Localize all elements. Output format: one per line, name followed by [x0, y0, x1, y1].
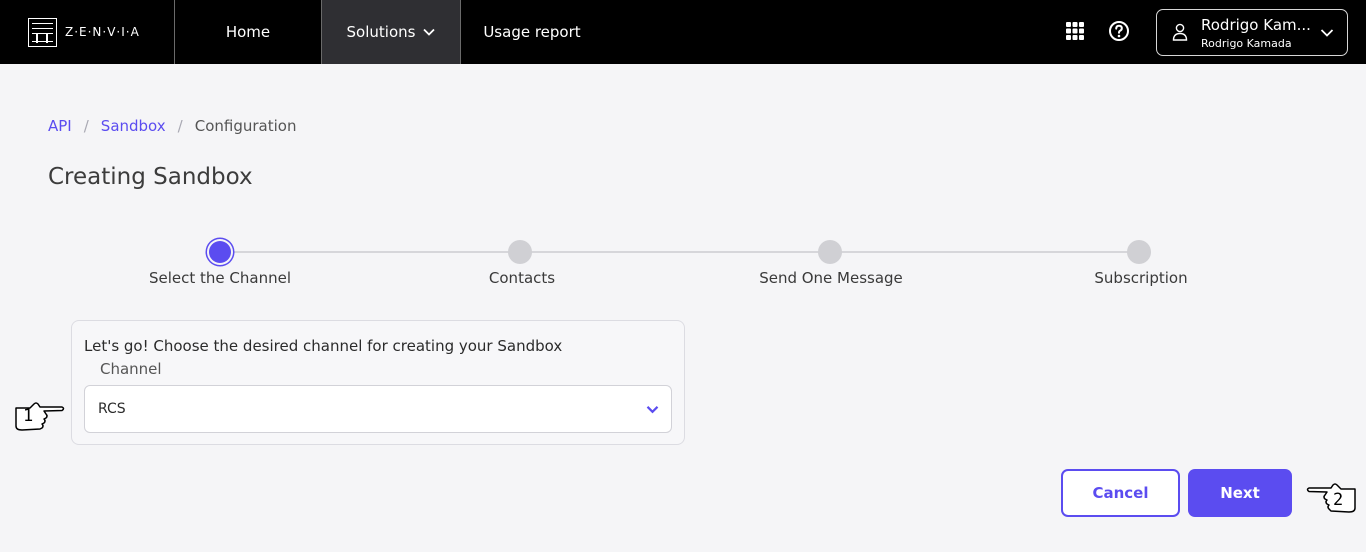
stepper-track — [220, 251, 1139, 253]
step-dot-select-channel — [209, 241, 231, 263]
logo-text: Z·E·N·V·I·A — [65, 25, 140, 39]
step-dot-subscription — [1127, 240, 1151, 264]
breadcrumb-separator: / — [177, 117, 183, 135]
nav-home-label: Home — [225, 23, 271, 41]
chevron-down-icon — [423, 28, 436, 36]
nav-solutions[interactable]: Solutions — [322, 0, 460, 64]
pointing-hand-1-icon: 1 — [14, 396, 66, 434]
user-menu-button[interactable]: Rodrigo Kam... Rodrigo Kamada — [1156, 9, 1348, 56]
chevron-down-icon — [646, 406, 659, 414]
step-label-send-message: Send One Message — [759, 269, 903, 287]
page-title: Creating Sandbox — [48, 164, 253, 190]
breadcrumb-sandbox[interactable]: Sandbox — [101, 117, 166, 135]
apps-grid-icon[interactable] — [1064, 20, 1086, 42]
channel-card: Let's go! Choose the desired channel for… — [71, 320, 685, 445]
breadcrumb-separator: / — [83, 117, 89, 135]
breadcrumb-api[interactable]: API — [48, 117, 72, 135]
chevron-down-icon — [1320, 29, 1334, 37]
nav-usage-report-label: Usage report — [483, 23, 581, 41]
person-icon — [1172, 23, 1188, 41]
zenvia-logo[interactable]: Z·E·N·V·I·A — [28, 17, 168, 47]
channel-intro-text: Let's go! Choose the desired channel for… — [84, 337, 563, 355]
step-label-subscription: Subscription — [1094, 269, 1188, 287]
step-dot-send-message — [818, 240, 842, 264]
logo-mark-icon — [28, 17, 57, 47]
step-label-contacts: Contacts — [488, 269, 556, 287]
hand-1-number: 1 — [23, 406, 34, 426]
top-navbar: Z·E·N·V·I·A Home Solutions Usage report … — [0, 0, 1366, 64]
user-subtitle: Rodrigo Kamada — [1201, 37, 1292, 50]
breadcrumb: API / Sandbox / Configuration — [48, 117, 296, 135]
breadcrumb-configuration: Configuration — [194, 117, 297, 135]
hand-2-number: 2 — [1333, 490, 1344, 510]
nav-usage-report[interactable]: Usage report — [461, 0, 603, 64]
step-label-select-channel: Select the Channel — [148, 269, 291, 287]
channel-select-value: RCS — [98, 401, 126, 417]
step-dot-contacts — [508, 240, 532, 264]
cancel-button[interactable]: Cancel — [1061, 469, 1180, 517]
user-name: Rodrigo Kam... — [1201, 16, 1311, 34]
nav-home[interactable]: Home — [175, 0, 321, 64]
pointing-hand-2-icon: 2 — [1305, 477, 1357, 517]
help-icon[interactable] — [1108, 20, 1130, 42]
channel-field-label: Channel — [100, 360, 162, 378]
next-button[interactable]: Next — [1188, 469, 1292, 517]
channel-select[interactable]: RCS — [84, 385, 672, 433]
nav-solutions-label: Solutions — [346, 23, 416, 41]
